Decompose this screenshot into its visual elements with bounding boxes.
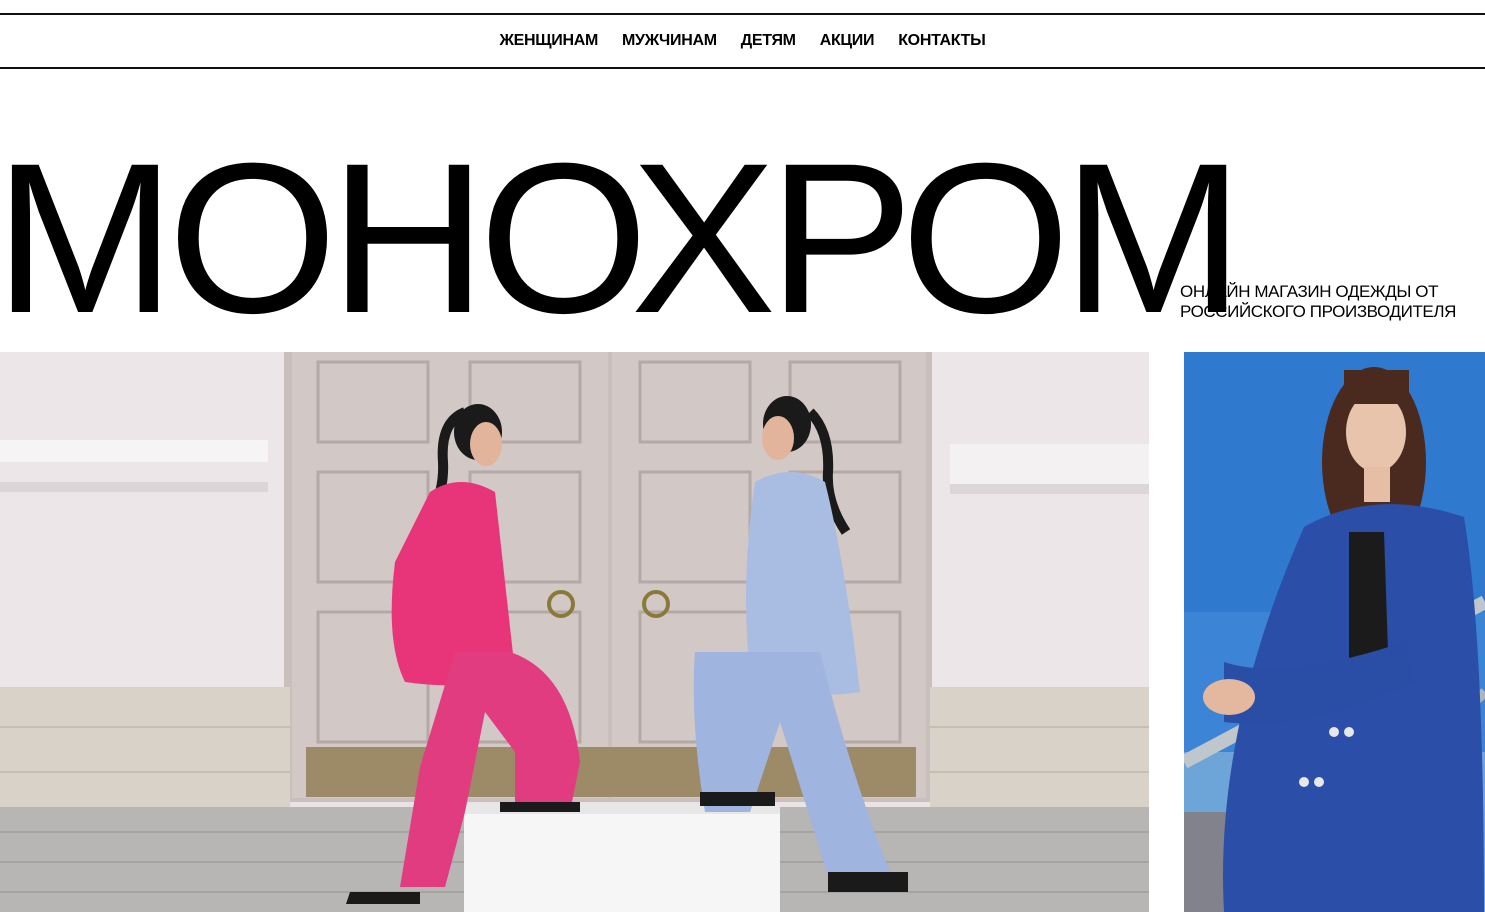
tagline-line-1: ОНЛАЙН МАГАЗИН ОДЕЖДЫ ОТ <box>1180 282 1439 301</box>
top-navigation: ЖЕНЩИНАМ МУЖЧИНАМ ДЕТЯМ АКЦИИ КОНТАКТЫ <box>0 13 1485 69</box>
brand-tagline: ОНЛАЙН МАГАЗИН ОДЕЖДЫ ОТ РОССИЙСКОГО ПРО… <box>1180 282 1480 322</box>
nav-item-men[interactable]: МУЖЧИНАМ <box>622 32 717 50</box>
hero-photo-illustration <box>0 352 1149 912</box>
nav-list: ЖЕНЩИНАМ МУЖЧИНАМ ДЕТЯМ АКЦИИ КОНТАКТЫ <box>499 32 985 50</box>
nav-item-kids[interactable]: ДЕТЯМ <box>741 32 796 50</box>
side-photo-illustration <box>1184 352 1485 912</box>
nav-item-contacts[interactable]: КОНТАКТЫ <box>898 32 986 50</box>
nav-item-women[interactable]: ЖЕНЩИНАМ <box>499 32 598 50</box>
tagline-line-2: РОССИЙСКОГО ПРОИЗВОДИТЕЛЯ <box>1180 302 1456 321</box>
brand-logo-title: МОНОХРОМ <box>0 119 1244 358</box>
hero-photo[interactable] <box>0 352 1149 912</box>
nav-item-sales[interactable]: АКЦИИ <box>820 32 875 50</box>
side-photo[interactable] <box>1184 352 1485 912</box>
page: ЖЕНЩИНАМ МУЖЧИНАМ ДЕТЯМ АКЦИИ КОНТАКТЫ М… <box>0 0 1485 912</box>
